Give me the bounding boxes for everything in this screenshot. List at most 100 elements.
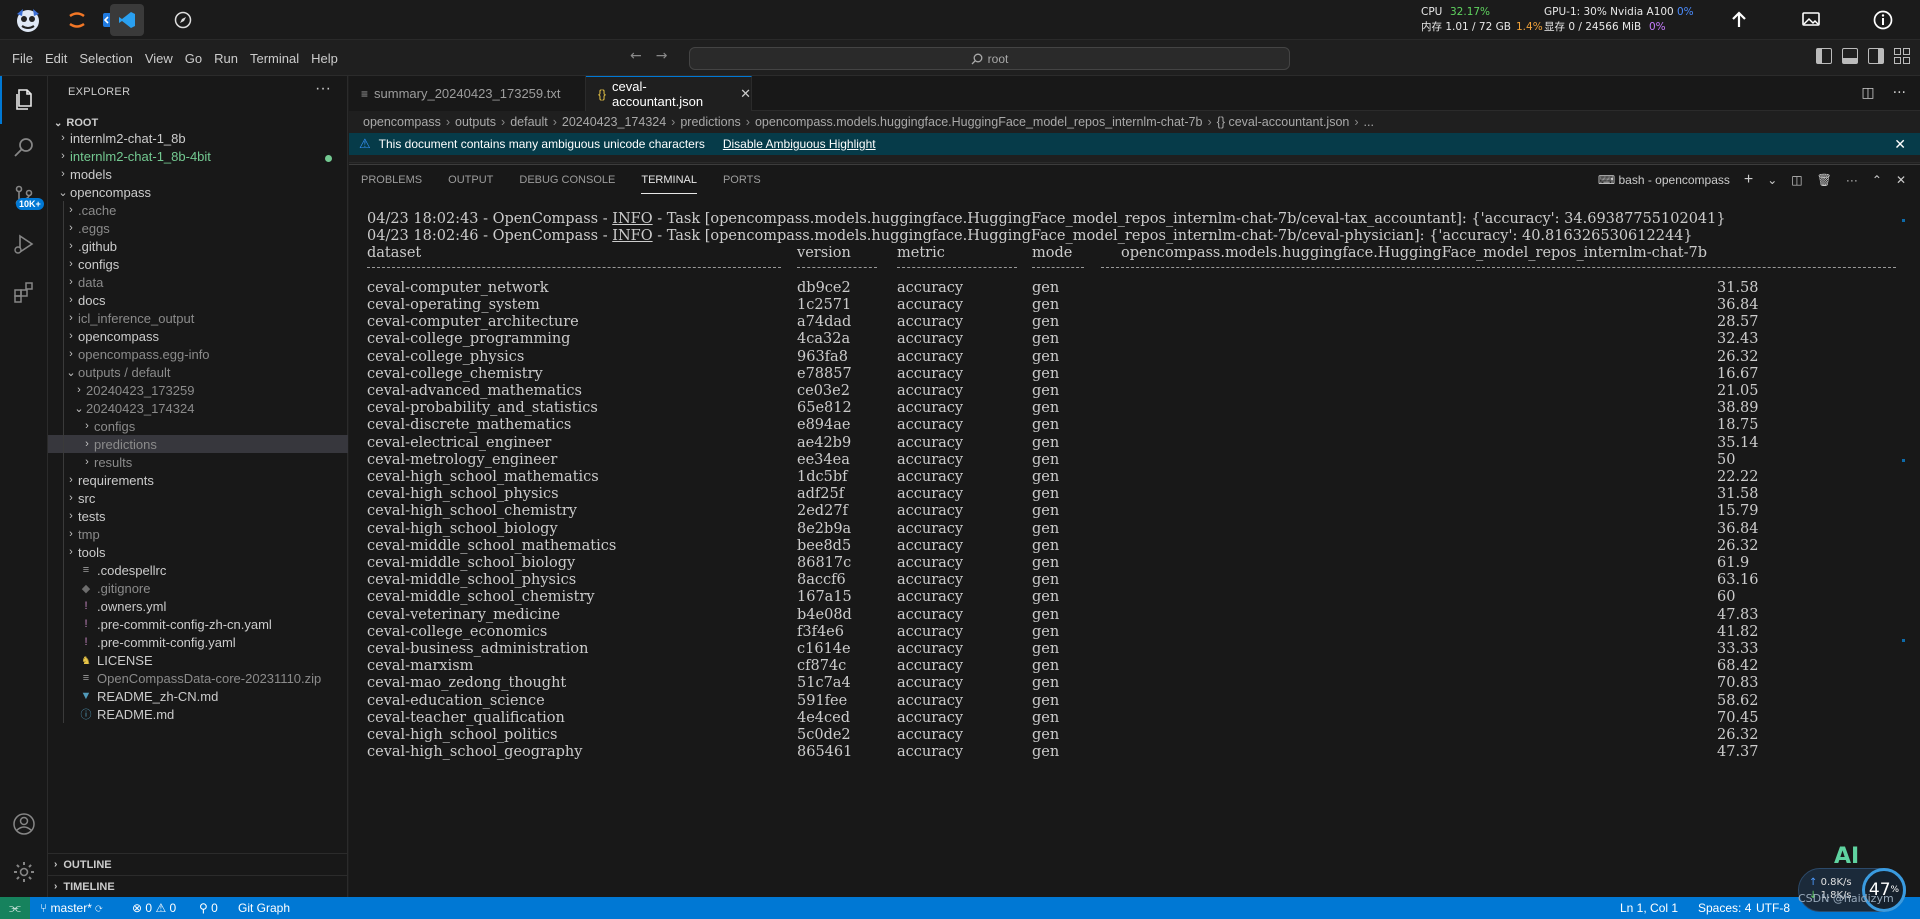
tab-output[interactable]: OUTPUT xyxy=(448,166,493,194)
terminal-scrollbar[interactable] xyxy=(1897,209,1905,769)
menu-file[interactable]: File xyxy=(6,51,39,66)
branch-status[interactable]: ⑂ master* ⟳ xyxy=(40,901,102,915)
tree-folder[interactable]: ⌄ 20240423_174324 xyxy=(48,399,348,417)
tree-folder[interactable]: › requirements xyxy=(48,471,348,489)
indentation[interactable]: Spaces: 4 xyxy=(1698,901,1751,915)
split-terminal-icon[interactable]: ◫ xyxy=(1791,173,1802,187)
menu-selection[interactable]: Selection xyxy=(73,51,138,66)
toggle-secondary-sidebar-icon[interactable] xyxy=(1868,48,1884,64)
terminal-selector[interactable]: ⌨ bash - opencompass xyxy=(1598,173,1730,187)
tree-folder[interactable]: › .eggs xyxy=(48,219,348,237)
cursor-position[interactable]: Ln 1, Col 1 xyxy=(1620,901,1678,915)
tree-file[interactable]: ! .owners.yml xyxy=(48,597,348,615)
problems-status[interactable]: ⊗ 0 ⚠ 0 xyxy=(132,901,176,915)
tree-file[interactable]: ! .pre-commit-config.yaml xyxy=(48,633,348,651)
encoding[interactable]: UTF-8 xyxy=(1756,901,1790,915)
forward-arrow-icon[interactable]: → xyxy=(656,48,668,64)
chevron-down-icon[interactable]: ⌄ xyxy=(1767,173,1777,187)
tab-terminal[interactable]: TERMINAL xyxy=(641,166,697,194)
source-control-icon[interactable]: 10K+ xyxy=(0,172,48,220)
network-usage-gauge[interactable]: 47% xyxy=(1862,868,1906,912)
more-actions-icon[interactable]: ··· xyxy=(1893,85,1906,101)
jupyter-app-icon[interactable] xyxy=(60,4,94,36)
tree-folder[interactable]: ⌄ opencompass xyxy=(48,183,348,201)
close-icon[interactable]: ✕ xyxy=(1896,173,1906,187)
tab-ceval-accountant-json[interactable]: {} ceval-accountant.json ✕ xyxy=(586,76,752,111)
tree-folder[interactable]: ⌄ outputs / default xyxy=(48,363,348,381)
menu-help[interactable]: Help xyxy=(305,51,344,66)
explorer-icon[interactable] xyxy=(0,76,48,124)
breadcrumb-item[interactable]: predictions xyxy=(680,115,740,129)
tree-file[interactable]: ♞ LICENSE xyxy=(48,651,348,669)
tab-summary-txt[interactable]: ≡ summary_20240423_173259.txt xyxy=(349,76,586,111)
tree-folder[interactable]: › configs xyxy=(48,255,348,273)
remote-indicator-icon[interactable]: ⫘ xyxy=(0,897,30,919)
terminal-output[interactable]: 04/23 18:02:43 - OpenCompass - INFO - Ta… xyxy=(367,209,1907,895)
settings-gear-icon[interactable] xyxy=(0,848,48,896)
account-icon[interactable] xyxy=(0,800,48,848)
customize-layout-icon[interactable] xyxy=(1894,48,1910,64)
git-graph-button[interactable]: Git Graph xyxy=(238,901,290,915)
close-icon[interactable]: ✕ xyxy=(1894,136,1906,153)
outline-section[interactable]: › OUTLINE xyxy=(48,853,348,875)
breadcrumb-item[interactable]: opencompass.models.huggingface.HuggingFa… xyxy=(755,115,1203,129)
timeline-section[interactable]: › TIMELINE xyxy=(48,875,348,897)
info-icon[interactable] xyxy=(1866,4,1900,36)
tree-folder[interactable]: › icl_inference_output xyxy=(48,309,348,327)
ports-status[interactable]: ⚲ 0 xyxy=(199,901,218,915)
maximize-panel-icon[interactable]: ⌃ xyxy=(1872,173,1882,187)
breadcrumb-item[interactable]: outputs xyxy=(455,115,496,129)
menu-view[interactable]: View xyxy=(139,51,179,66)
editor-content[interactable] xyxy=(349,155,1920,163)
compass-app-icon[interactable] xyxy=(166,4,200,36)
breadcrumb-item[interactable]: opencompass xyxy=(363,115,441,129)
tree-folder[interactable]: › .github xyxy=(48,237,348,255)
tree-file[interactable]: ! .pre-commit-config-zh-cn.yaml xyxy=(48,615,348,633)
tree-folder[interactable]: › internlm2-chat-1_8b-4bit xyxy=(48,147,348,165)
tree-folder[interactable]: › predictions xyxy=(48,435,348,453)
more-actions-icon[interactable]: ··· xyxy=(1846,173,1858,187)
root-folder-header[interactable]: ⌄ ROOT xyxy=(48,113,348,133)
back-arrow-icon[interactable]: ← xyxy=(630,48,642,64)
tree-folder[interactable]: › tools xyxy=(48,543,348,561)
close-icon[interactable]: ✕ xyxy=(740,86,751,102)
tab-ports[interactable]: PORTS xyxy=(723,166,761,194)
tree-folder[interactable]: › opencompass.egg-info xyxy=(48,345,348,363)
menu-edit[interactable]: Edit xyxy=(39,51,73,66)
tree-folder[interactable]: › tmp xyxy=(48,525,348,543)
app-logo-icon[interactable] xyxy=(8,4,48,36)
search-icon[interactable] xyxy=(0,124,48,172)
tree-folder[interactable]: › 20240423_173259 xyxy=(48,381,348,399)
breadcrumb-item[interactable]: {} ceval-accountant.json xyxy=(1217,115,1350,129)
extensions-icon[interactable] xyxy=(0,268,48,316)
tree-folder[interactable]: › opencompass xyxy=(48,327,348,345)
tree-folder[interactable]: › results xyxy=(48,453,348,471)
command-center[interactable]: root xyxy=(689,47,1290,70)
tree-file[interactable]: ▼ README_zh-CN.md xyxy=(48,687,348,705)
tree-file[interactable]: ⓘ README.md xyxy=(48,705,348,723)
toggle-panel-icon[interactable] xyxy=(1842,48,1858,64)
new-terminal-icon[interactable]: + xyxy=(1744,171,1753,189)
disable-highlight-link[interactable]: Disable Ambiguous Highlight xyxy=(723,137,876,151)
tab-problems[interactable]: PROBLEMS xyxy=(361,166,422,194)
breadcrumb-item[interactable]: 20240423_174324 xyxy=(562,115,666,129)
tree-folder[interactable]: › .cache xyxy=(48,201,348,219)
tree-folder[interactable]: › data xyxy=(48,273,348,291)
split-editor-icon[interactable]: ◫ xyxy=(1861,85,1874,101)
tree-file[interactable]: ◆ .gitignore xyxy=(48,579,348,597)
menu-go[interactable]: Go xyxy=(179,51,208,66)
tree-file[interactable]: ≡ OpenCompassData-core-20231110.zip xyxy=(48,669,348,687)
ai-assistant-logo[interactable]: AI xyxy=(1834,844,1859,869)
tree-folder[interactable]: › docs xyxy=(48,291,348,309)
tree-folder[interactable]: › src xyxy=(48,489,348,507)
menu-terminal[interactable]: Terminal xyxy=(244,51,305,66)
breadcrumb-item[interactable]: default xyxy=(510,115,548,129)
upload-arrow-icon[interactable] xyxy=(1722,4,1756,36)
tab-debug-console[interactable]: DEBUG CONSOLE xyxy=(519,166,615,194)
menu-run[interactable]: Run xyxy=(208,51,244,66)
tree-file[interactable]: ≡ .codespellrc xyxy=(48,561,348,579)
tree-folder[interactable]: › configs xyxy=(48,417,348,435)
tree-folder[interactable]: › tests xyxy=(48,507,348,525)
tree-folder[interactable]: › models xyxy=(48,165,348,183)
toggle-primary-sidebar-icon[interactable] xyxy=(1816,48,1832,64)
